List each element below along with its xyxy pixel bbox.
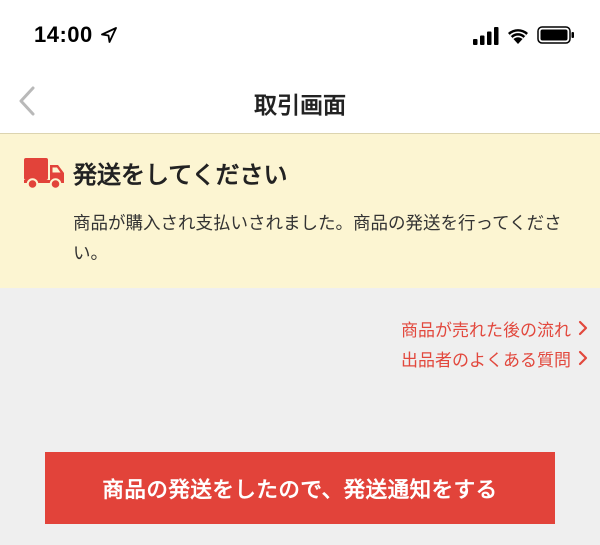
wifi-icon xyxy=(508,29,528,44)
battery-icon xyxy=(537,26,574,44)
location-arrow-icon xyxy=(101,27,117,43)
link-label: 商品が売れた後の流れ xyxy=(401,320,571,341)
help-links: 商品が売れた後の流れ 出品者のよくある質問 xyxy=(401,313,588,373)
shipping-notice: 発送をしてください 商品が購入され支払いされました。商品の発送を行ってください。 xyxy=(0,134,600,288)
notice-title: 発送をしてください xyxy=(73,161,288,189)
chevron-right-icon xyxy=(578,320,588,336)
navigation-bar: 取引画面 xyxy=(0,70,600,134)
status-time: 14:00 xyxy=(34,22,93,47)
link-label: 出品者のよくある質問 xyxy=(401,350,571,371)
truck-icon xyxy=(24,158,64,190)
chevron-right-icon xyxy=(578,350,588,366)
page-title: 取引画面 xyxy=(254,93,346,119)
ship-notify-button[interactable]: 商品の発送をしたので、発送通知をする xyxy=(45,452,555,524)
cellular-signal-icon xyxy=(473,27,499,45)
status-bar: 14:00 xyxy=(0,0,600,70)
link-seller-faq[interactable]: 出品者のよくある質問 xyxy=(401,343,588,373)
link-after-sale-flow[interactable]: 商品が売れた後の流れ xyxy=(401,313,588,343)
notice-body: 商品が購入され支払いされました。商品の発送を行ってください。 xyxy=(73,214,562,264)
